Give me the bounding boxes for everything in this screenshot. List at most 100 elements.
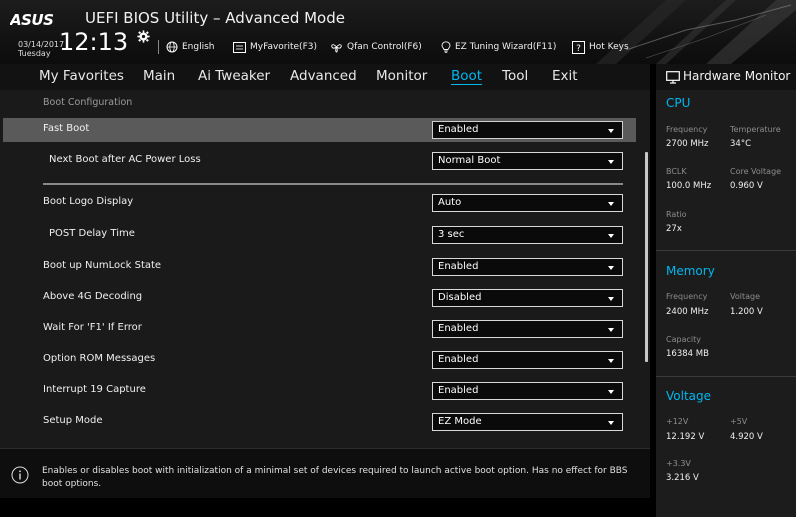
tab-main[interactable]: Main — [143, 68, 175, 84]
language-button[interactable]: English — [166, 38, 215, 56]
v12-value: 12.192 V — [666, 432, 705, 442]
chevron-down-icon — [608, 390, 614, 394]
hot-keys-button[interactable]: ? Hot Keys — [572, 38, 629, 56]
fan-icon — [331, 44, 342, 53]
voltage-section-title: Voltage — [666, 389, 712, 403]
tab-monitor[interactable]: Monitor — [376, 68, 427, 84]
help-text: Enables or disables boot with initializa… — [42, 466, 628, 489]
gear-icon[interactable] — [137, 30, 150, 43]
setting-label: Above 4G Decoding — [43, 291, 143, 302]
setting-label: Next Boot after AC Power Loss — [49, 154, 201, 165]
option-rom-messages-dropdown[interactable]: Enabled — [432, 351, 623, 369]
svg-text:?: ? — [576, 44, 581, 54]
memory-voltage-label: Voltage — [730, 292, 761, 301]
tab-boot[interactable]: Boot — [451, 68, 482, 84]
divider — [656, 376, 796, 377]
qfan-control-button[interactable]: Qfan Control(F6) — [330, 38, 422, 56]
hot-keys-label: Hot Keys — [589, 42, 629, 52]
cpu-temperature-label: Temperature — [730, 125, 781, 134]
dropdown-value: EZ Mode — [438, 416, 482, 427]
scrollbar-thumb[interactable] — [645, 152, 648, 362]
ez-tuning-wizard-button[interactable]: EZ Tuning Wizard(F11) — [441, 38, 556, 56]
asus-logo: ASUS — [10, 11, 54, 27]
above-4g-decoding-dropdown[interactable]: Disabled — [432, 289, 623, 307]
tab-tool[interactable]: Tool — [502, 68, 528, 84]
language-label: English — [182, 42, 215, 52]
boot-logo-display-dropdown[interactable]: Auto — [432, 194, 623, 212]
post-delay-time-dropdown[interactable]: 3 sec — [432, 226, 623, 244]
setting-row-fast-boot[interactable]: Fast Boot Enabled — [3, 118, 636, 142]
favorite-list-icon — [233, 41, 246, 53]
chevron-down-icon — [608, 421, 614, 425]
bclk-value: 100.0 MHz — [666, 181, 712, 191]
v12-label: +12V — [666, 417, 689, 426]
setting-label: Option ROM Messages — [43, 353, 156, 364]
setup-mode-dropdown[interactable]: EZ Mode — [432, 413, 623, 431]
setting-label: Boot up NumLock State — [43, 260, 162, 271]
tab-my-favorites[interactable]: My Favorites — [39, 68, 124, 84]
dropdown-value: Disabled — [438, 292, 482, 303]
interrupt-19-capture-dropdown[interactable]: Enabled — [432, 382, 623, 400]
core-voltage-label: Core Voltage — [730, 167, 782, 176]
chevron-down-icon — [608, 328, 614, 332]
cpu-temperature-value: 34°C — [730, 139, 752, 149]
svg-text:ASUS: ASUS — [10, 11, 53, 27]
memory-capacity-value: 16384 MB — [666, 349, 709, 359]
numlock-state-dropdown[interactable]: Enabled — [432, 258, 623, 276]
tab-exit[interactable]: Exit — [552, 68, 578, 84]
ratio-label: Ratio — [666, 210, 687, 219]
setting-row-setup-mode[interactable]: Setup Mode EZ Mode — [0, 410, 636, 434]
dropdown-value: Enabled — [438, 385, 479, 396]
setting-label: Setup Mode — [43, 415, 103, 426]
next-boot-dropdown[interactable]: Normal Boot — [432, 152, 623, 170]
section-title: Boot Configuration — [43, 97, 133, 108]
help-key-icon: ? — [572, 40, 585, 54]
setting-label: Wait For 'F1' If Error — [43, 322, 142, 333]
v5-label: +5V — [730, 417, 748, 426]
header-separator — [158, 40, 159, 54]
chevron-down-icon — [608, 234, 614, 238]
setting-row-boot-logo-display[interactable]: Boot Logo Display Auto — [0, 191, 636, 215]
myfavorite-button[interactable]: MyFavorite(F3) — [233, 38, 317, 56]
bclk-label: BCLK — [666, 167, 687, 176]
setting-row-next-boot-ac-power-loss[interactable]: Next Boot after AC Power Loss Normal Boo… — [0, 149, 636, 173]
main-menu: My Favorites Main Ai Tweaker Advanced Mo… — [0, 64, 650, 90]
cpu-section-title: CPU — [666, 96, 691, 110]
v33-value: 3.216 V — [666, 473, 699, 483]
ez-tuning-wizard-label: EZ Tuning Wizard(F11) — [455, 42, 557, 52]
chevron-down-icon — [608, 297, 614, 301]
dropdown-value: Normal Boot — [438, 155, 501, 166]
wait-for-f1-dropdown[interactable]: Enabled — [432, 320, 623, 338]
ratio-value: 27x — [666, 224, 682, 234]
setting-row-post-delay-time[interactable]: POST Delay Time 3 sec — [0, 223, 636, 247]
monitor-icon — [666, 71, 680, 84]
title-bar: ASUS UEFI BIOS Utility – Advanced Mode 0… — [0, 0, 796, 64]
dropdown-value: Enabled — [438, 323, 479, 334]
tab-ai-tweaker[interactable]: Ai Tweaker — [198, 68, 270, 84]
myfavorite-label: MyFavorite(F3) — [250, 42, 317, 52]
hardware-monitor-panel: Hardware Monitor CPU Frequency Temperatu… — [656, 64, 796, 517]
divider — [656, 250, 796, 251]
setting-row-interrupt-19-capture[interactable]: Interrupt 19 Capture Enabled — [0, 379, 636, 403]
memory-frequency-label: Frequency — [666, 292, 708, 301]
day-text: Tuesday — [18, 49, 51, 58]
setting-row-above-4g-decoding[interactable]: Above 4G Decoding Disabled — [0, 286, 636, 310]
setting-row-numlock-state[interactable]: Boot up NumLock State Enabled — [0, 255, 636, 279]
v5-value: 4.920 V — [730, 432, 763, 442]
dropdown-value: Enabled — [438, 354, 479, 365]
fast-boot-dropdown[interactable]: Enabled — [432, 121, 623, 139]
cpu-frequency-value: 2700 MHz — [666, 139, 709, 149]
dropdown-value: Enabled — [438, 124, 479, 135]
dropdown-value: Enabled — [438, 261, 479, 272]
dropdown-value: 3 sec — [438, 229, 465, 240]
setting-row-wait-for-f1[interactable]: Wait For 'F1' If Error Enabled — [0, 317, 636, 341]
memory-capacity-label: Capacity — [666, 335, 701, 344]
chevron-down-icon — [608, 160, 614, 164]
memory-frequency-value: 2400 MHz — [666, 307, 709, 317]
tab-advanced[interactable]: Advanced — [290, 68, 357, 84]
date-text: 03/14/2017 — [18, 40, 65, 49]
date-display: 03/14/2017 Tuesday — [18, 40, 64, 58]
chevron-down-icon — [608, 202, 614, 206]
qfan-control-label: Qfan Control(F6) — [347, 42, 422, 52]
setting-row-option-rom-messages[interactable]: Option ROM Messages Enabled — [0, 348, 636, 372]
